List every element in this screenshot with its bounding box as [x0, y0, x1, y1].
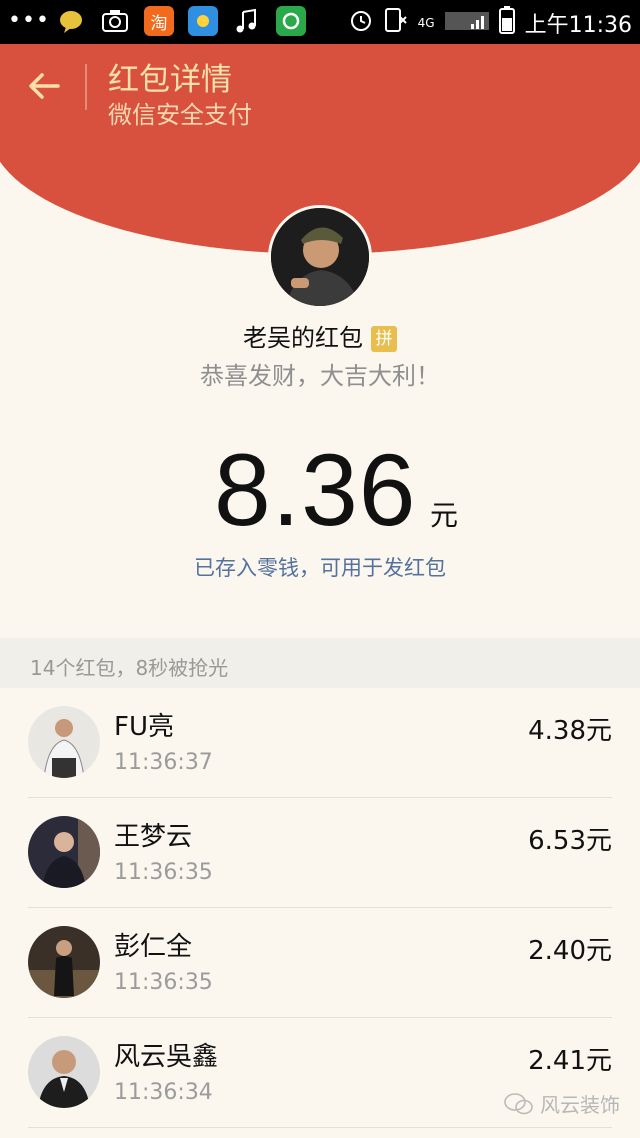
signal-icon [444, 8, 489, 37]
battery-icon [498, 6, 515, 39]
blessing-text: 恭喜发财，大吉大利！ [200, 362, 440, 390]
back-button[interactable] [26, 68, 62, 104]
list-item[interactable]: 王梦云 11:36:35 6.53元 [28, 798, 612, 908]
gift-icon [276, 6, 306, 36]
claim-time: 11:36:35 [114, 970, 213, 995]
page-subtitle: 微信安全支付 [108, 101, 252, 129]
avatar [28, 706, 100, 778]
clock: 上午11:36 [524, 12, 632, 38]
claim-amount: 2.41元 [528, 1046, 612, 1076]
sender-name: 老吴的红包 [243, 324, 363, 352]
sender-name-row: 老吴的红包拼 [0, 318, 640, 353]
avatar [28, 816, 100, 888]
list-caption-bar: 14个红包，8秒被抢光 [0, 638, 640, 688]
claim-time: 11:36:34 [114, 1080, 213, 1105]
claim-time: 11:36:35 [114, 860, 213, 885]
chat-bubble-icon [56, 6, 86, 36]
claimer-name: 彭仁全 [114, 932, 193, 962]
received-amount: 8.36 [214, 433, 417, 547]
list-item[interactable]: 彭仁全 11:36:35 2.40元 [28, 908, 612, 1018]
page-title: 红包详情 [108, 62, 232, 98]
arrow-left-icon [29, 73, 60, 99]
group-badge: 拼 [371, 326, 397, 352]
amount-unit: 元 [430, 499, 459, 532]
wechat-icon [504, 1092, 533, 1114]
list-caption: 14个红包，8秒被抢光 [30, 656, 229, 680]
avatar [28, 926, 100, 998]
taobao-icon: 淘 [144, 6, 174, 36]
claim-list: FU亮 11:36:37 4.38元 王梦云 11:36:35 6.53元 彭仁… [0, 688, 640, 1128]
claimer-name: FU亮 [114, 712, 174, 742]
watermark-text: 风云装饰 [540, 1093, 620, 1117]
more-dots-icon: ••• [8, 8, 50, 33]
status-bar: ••• 淘 4G 上午11:36 [0, 0, 640, 44]
sender-avatar[interactable] [268, 205, 372, 309]
list-item[interactable]: FU亮 11:36:37 4.38元 [28, 688, 612, 798]
stored-to-balance-link[interactable]: 已存入零钱，可用于发红包 [0, 552, 640, 582]
avatar [28, 1036, 100, 1108]
weather-icon [188, 6, 218, 36]
camera-icon [100, 6, 130, 36]
claim-amount: 2.40元 [528, 936, 612, 966]
claimer-name: 风云吳鑫 [114, 1042, 219, 1072]
mute-icon [384, 7, 408, 38]
music-icon [232, 6, 262, 36]
claim-amount: 4.38元 [528, 716, 612, 746]
claim-amount: 6.53元 [528, 826, 612, 856]
claim-time: 11:36:37 [114, 750, 213, 775]
claimer-name: 王梦云 [114, 822, 193, 852]
network-label: 4G [417, 15, 435, 30]
header-divider [85, 64, 87, 110]
watermark: 风云装饰 [504, 1089, 620, 1118]
alarm-icon [348, 7, 374, 38]
